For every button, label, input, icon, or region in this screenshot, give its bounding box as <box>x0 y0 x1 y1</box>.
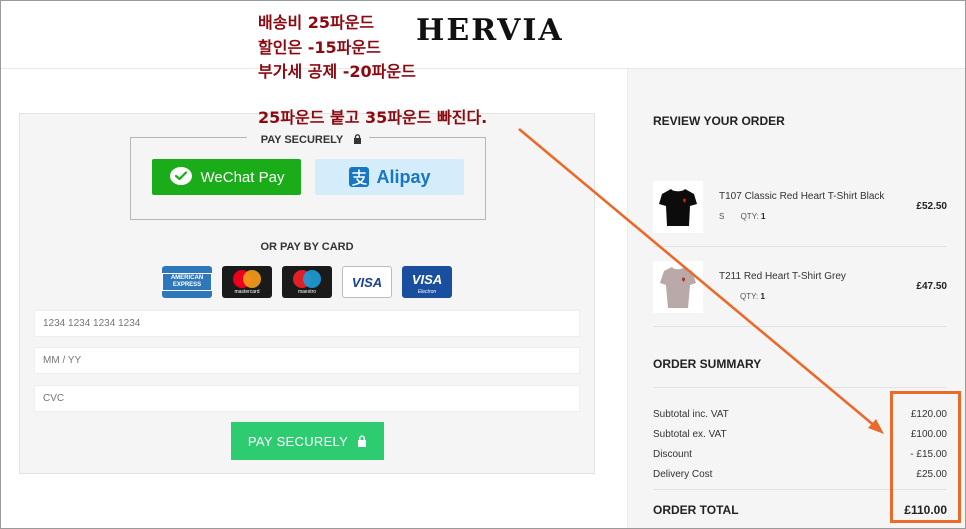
item-meta: S QTY: 1 <box>719 212 766 221</box>
card-number-input[interactable] <box>34 310 580 337</box>
item-price: £47.50 <box>916 281 947 292</box>
item-meta: QTY: 1 <box>740 292 765 301</box>
black-tshirt-icon <box>659 189 697 226</box>
or-pay-by-card-label: OR PAY BY CARD <box>260 241 354 253</box>
maestro-icon: maestro <box>282 266 332 298</box>
hervia-logo[interactable]: HERVIA <box>416 13 564 48</box>
highlight-box <box>890 391 961 523</box>
card-cvc-input[interactable] <box>34 385 580 412</box>
divider <box>653 387 947 388</box>
item-price: £52.50 <box>916 201 947 212</box>
review-order-title: REVIEW YOUR ORDER <box>653 114 785 128</box>
product-thumbnail <box>653 181 703 233</box>
order-summary-title: ORDER SUMMARY <box>653 357 762 371</box>
lock-icon <box>358 435 367 447</box>
order-item[interactable]: T211 Red Heart T-Shirt Grey QTY: 1 £47.5… <box>653 261 947 341</box>
pay-securely-group: PAY SECURELY WeChat Pay Alipay <box>130 134 486 220</box>
alipay-button[interactable]: Alipay <box>315 159 464 195</box>
mastercard-icon: mastercard <box>222 266 272 298</box>
wechat-icon <box>169 167 192 185</box>
annotation-line-3: 부가세 공제 -20파운드 <box>258 62 416 81</box>
card-logos: AMERICAN EXPRESS mastercard maestro VISA… <box>162 266 452 298</box>
site-header: HERVIA <box>1 1 965 69</box>
divider <box>653 246 947 247</box>
amex-card-icon: AMERICAN EXPRESS <box>162 266 212 298</box>
annotation-line-1: 배송비 25파운드 <box>258 13 375 32</box>
lock-icon <box>354 134 362 144</box>
wechat-pay-button[interactable]: WeChat Pay <box>152 159 301 195</box>
annotation-line-2: 할인은 -15파운드 <box>258 38 381 57</box>
divider <box>653 326 947 327</box>
product-thumbnail <box>653 261 703 313</box>
item-name: T211 Red Heart T-Shirt Grey <box>719 271 846 282</box>
order-panel: REVIEW YOUR ORDER T107 Classic Red Heart… <box>627 69 965 528</box>
visa-electron-icon: VISA Electron <box>402 266 452 298</box>
payment-panel: PAY SECURELY WeChat Pay Alipay OR PAY BY… <box>19 113 595 474</box>
order-item[interactable]: T107 Classic Red Heart T-Shirt Black S Q… <box>653 181 947 261</box>
pay-securely-button[interactable]: PAY SECURELY <box>231 422 384 460</box>
annotation-line-4: 25파운드 붙고 35파운드 빠진다. <box>258 108 488 127</box>
alipay-icon <box>349 167 370 187</box>
pay-securely-legend: PAY SECURELY <box>131 130 485 148</box>
item-name: T107 Classic Red Heart T-Shirt Black <box>719 191 885 202</box>
card-expiry-input[interactable] <box>34 347 580 374</box>
visa-icon: VISA <box>342 266 392 298</box>
grey-tshirt-icon <box>660 267 696 308</box>
